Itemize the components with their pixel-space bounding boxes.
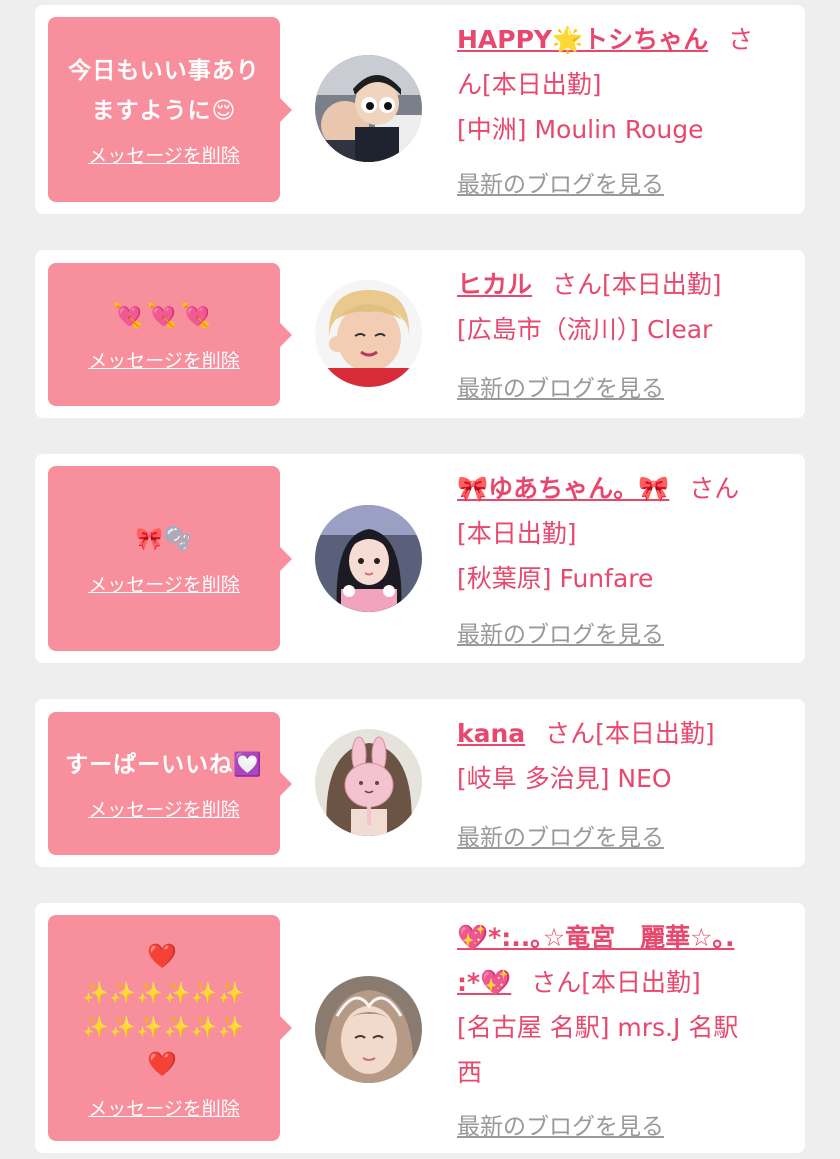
status-text: さん[本日出勤] (531, 968, 701, 997)
blonde-girl-avatar-image (315, 280, 422, 387)
status-text: さん[本日出勤] (552, 270, 722, 299)
message-bubble: 今日もいい事あり ますように😌 メッセージを削除 (48, 17, 292, 202)
favorite-card: 今日もいい事あり ますように😌 メッセージを削除 HAPPY🌟トシちゃんさ ん[… (35, 5, 805, 214)
shop-text: 西 (457, 1058, 483, 1087)
message-sparkles: ✨✨✨✨✨✨ ✨✨✨✨✨✨ (82, 980, 246, 1039)
avatar[interactable] (315, 976, 422, 1083)
status-text: さん[本日出勤] (545, 719, 715, 748)
latest-blog-link[interactable]: 最新のブログを見る (457, 1107, 664, 1141)
favorite-card: ❤️ ✨✨✨✨✨✨ ✨✨✨✨✨✨ ❤️ メッセージを削除 💖*:..｡☆竜宮 麗… (35, 903, 805, 1153)
delete-message-link[interactable]: メッセージを削除 (88, 141, 240, 168)
profile-name-link[interactable]: ヒカル (457, 270, 532, 299)
latest-blog-link[interactable]: 最新のブログを見る (457, 165, 664, 199)
profile-info: kana さん[本日出勤] [岐阜 多治見] NEO 最新のブログを見る (457, 711, 799, 851)
message-bubble: ❤️ ✨✨✨✨✨✨ ✨✨✨✨✨✨ ❤️ メッセージを削除 (48, 915, 292, 1141)
avatar[interactable] (315, 280, 422, 387)
status-text: [本日出勤] (457, 519, 577, 548)
idol-girl-avatar-image (315, 505, 422, 612)
status-text: さ (728, 25, 754, 54)
latest-blog-link[interactable]: 最新のブログを見る (457, 615, 664, 649)
latest-blog-link[interactable]: 最新のブログを見る (457, 818, 664, 852)
latest-blog-link[interactable]: 最新のブログを見る (457, 369, 664, 403)
profile-info: ヒカル さん[本日出勤] [広島市（流川）] Clear 最新のブログを見る (457, 262, 799, 402)
delete-message-link[interactable]: メッセージを削除 (88, 795, 240, 822)
status-text: ん[本日出勤] (457, 70, 602, 99)
message-heart: ❤️ (147, 941, 181, 970)
bunny-face-avatar-image (315, 729, 422, 836)
message-text: 今日もいい事あり ますように😌 (68, 58, 260, 124)
favorite-card: 🎀🫧 メッセージを削除 🎀ゆあちゃん。🎀 さん [本日出勤] [秋葉原] Funf… (35, 454, 805, 663)
delete-message-link[interactable]: メッセージを削除 (88, 346, 240, 373)
profile-info: 💖*:..｡☆竜宮 麗華☆｡. :*💖 さん[本日出勤] [名古屋 名駅] mrs… (457, 915, 799, 1140)
message-heart: ❤️ (147, 1049, 181, 1078)
profile-name-link[interactable]: HAPPY🌟トシちゃん (457, 25, 708, 54)
delete-message-link[interactable]: メッセージを削除 (88, 1094, 240, 1121)
message-bubble: 💘💘💘 メッセージを削除 (48, 263, 292, 406)
shop-text: [岐阜 多治見] NEO (457, 764, 672, 793)
profile-info: HAPPY🌟トシちゃんさ ん[本日出勤] [中洲] Moulin Rouge 最… (457, 17, 799, 198)
shop-text: [秋葉原] Funfare (457, 564, 654, 593)
delete-message-link[interactable]: メッセージを削除 (88, 570, 240, 597)
status-text: さん (689, 474, 740, 503)
profile-name-link[interactable]: kana (457, 719, 525, 748)
favorite-card: すーぱーいいね💟 メッセージを削除 kana さん[本日出勤] [岐阜 多治見] … (35, 699, 805, 867)
message-bubble: すーぱーいいね💟 メッセージを削除 (48, 712, 292, 855)
favorite-card: 💘💘💘 メッセージを削除 ヒカル さん[本日出勤] [広島市（流川）] Clear… (35, 250, 805, 418)
group-photo-avatar-image (315, 55, 422, 162)
message-text: 🎀🫧 (135, 527, 193, 552)
profile-name-link[interactable]: :*💖 (457, 968, 511, 997)
avatar[interactable] (315, 729, 422, 836)
message-bubble: 🎀🫧 メッセージを削除 (48, 466, 292, 651)
message-text: すーぱーいいね💟 (65, 752, 263, 778)
profile-info: 🎀ゆあちゃん。🎀 さん [本日出勤] [秋葉原] Funfare 最新のブログを見… (457, 466, 799, 648)
profile-name-link[interactable]: 💖*:..｡☆竜宮 麗華☆｡. (457, 923, 735, 952)
profile-name-link[interactable]: 🎀ゆあちゃん。🎀 (457, 474, 669, 503)
avatar[interactable] (315, 55, 422, 162)
shop-text: [名古屋 名駅] mrs.J 名駅 (457, 1013, 739, 1042)
shop-text: [中洲] Moulin Rouge (457, 115, 704, 144)
message-text: 💘💘💘 (113, 302, 215, 330)
tiara-girl-avatar-image (315, 976, 422, 1083)
shop-text: [広島市（流川）] Clear (457, 315, 713, 344)
avatar[interactable] (315, 505, 422, 612)
